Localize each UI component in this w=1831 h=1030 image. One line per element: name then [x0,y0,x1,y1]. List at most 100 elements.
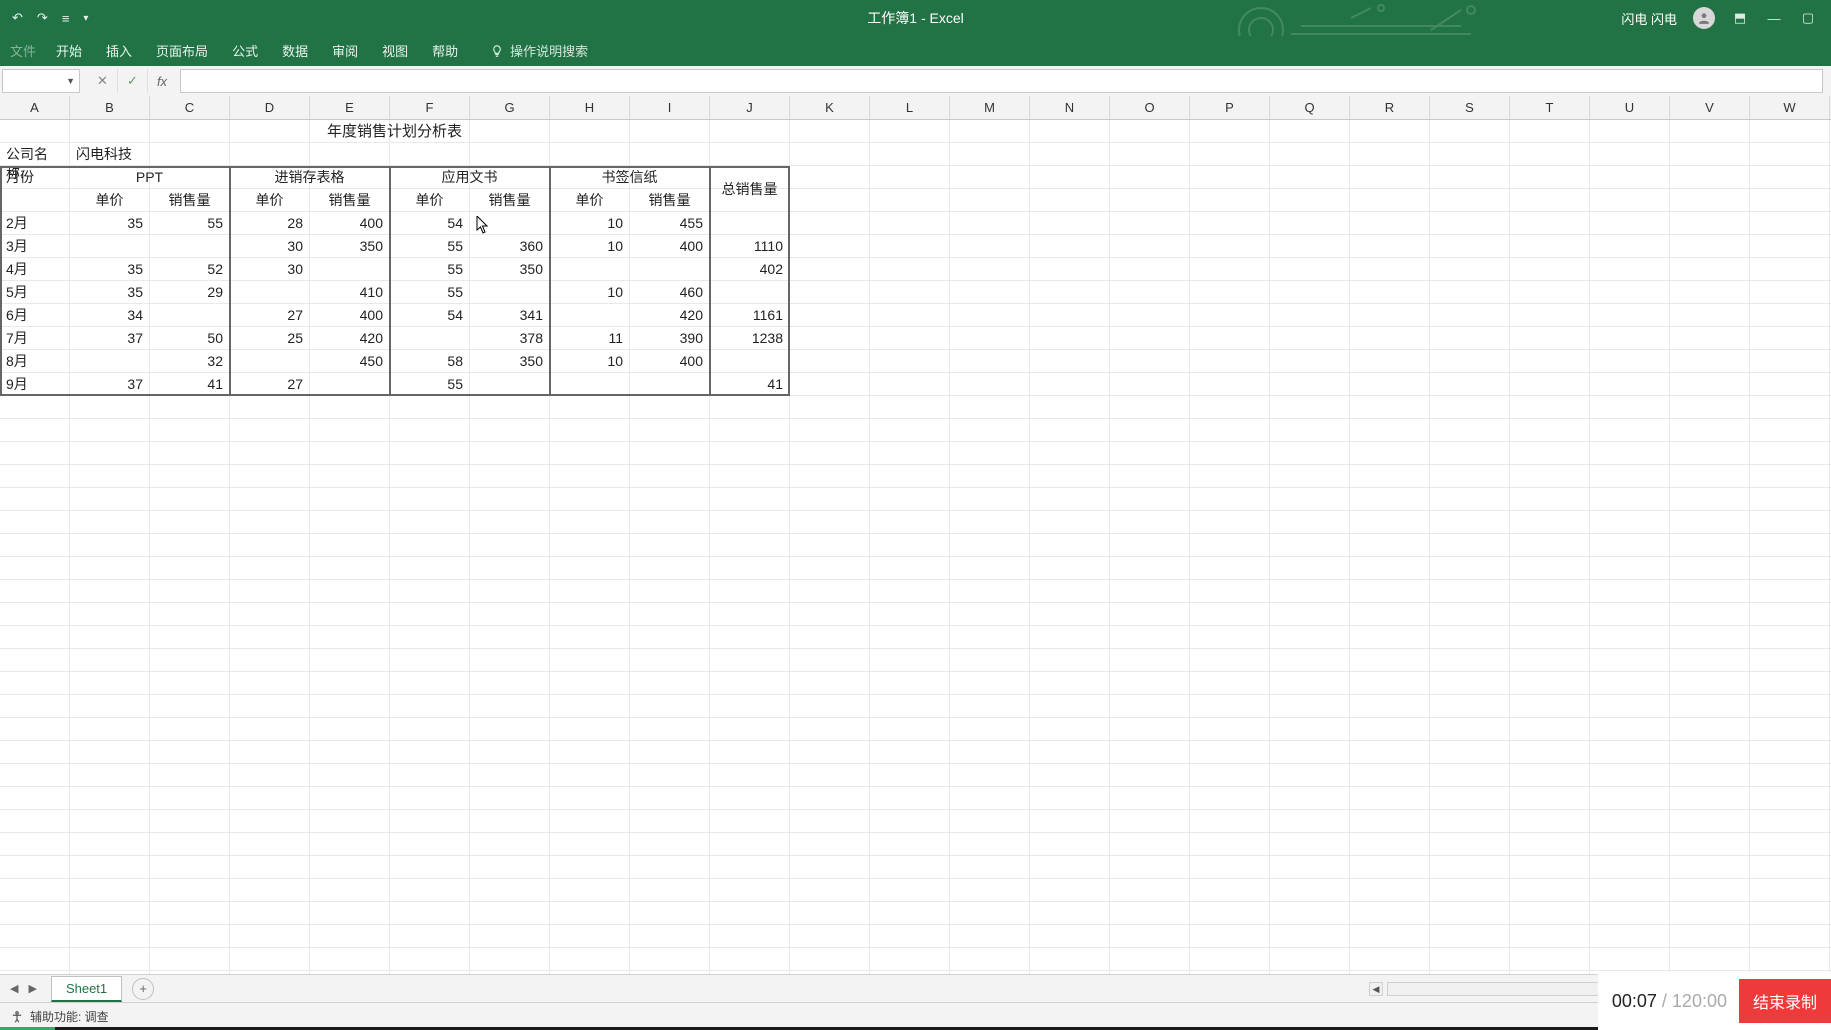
column-header-A[interactable]: A [0,96,70,119]
sub-price-0[interactable]: 单价 [70,189,150,212]
sheet-nav-next-icon[interactable]: ▶ [28,982,46,995]
company-label[interactable]: 公司名称: [0,143,70,166]
tab-insert[interactable]: 插入 [94,35,144,66]
month-cell[interactable]: 6月 [0,304,70,327]
data-cell[interactable]: 350 [310,235,390,258]
data-cell[interactable]: 1110 [710,235,790,258]
data-cell[interactable]: 460 [630,281,710,304]
spreadsheet-grid[interactable]: ABCDEFGHIJKLMNOPQRSTUVW 年度销售计划分析表公司名称:闪电… [0,96,1831,974]
add-sheet-button[interactable]: + [132,978,154,1000]
data-cell[interactable] [70,350,150,373]
column-header-Q[interactable]: Q [1270,96,1350,119]
data-cell[interactable]: 55 [390,235,470,258]
formula-confirm-button[interactable]: ✓ [118,69,148,93]
column-header-U[interactable]: U [1590,96,1670,119]
data-cell[interactable] [310,258,390,281]
column-header-K[interactable]: K [790,96,870,119]
data-cell[interactable]: 30 [230,235,310,258]
tab-help[interactable]: 帮助 [420,35,470,66]
data-cell[interactable]: 58 [390,350,470,373]
month-cell[interactable]: 4月 [0,258,70,281]
data-cell[interactable] [310,373,390,396]
data-cell[interactable]: 55 [390,373,470,396]
sheet-nav-prev-icon[interactable]: ◀ [0,982,28,995]
data-cell[interactable] [710,350,790,373]
data-cell[interactable] [230,281,310,304]
data-cell[interactable]: 29 [150,281,230,304]
data-cell[interactable]: 30 [230,258,310,281]
data-cell[interactable]: 1238 [710,327,790,350]
company-name[interactable]: 闪电科技 [70,143,150,166]
data-cell[interactable]: 25 [230,327,310,350]
column-header-W[interactable]: W [1750,96,1830,119]
column-header-D[interactable]: D [230,96,310,119]
data-cell[interactable]: 37 [70,327,150,350]
stop-recording-button[interactable]: 结束录制 [1739,979,1831,1023]
data-cell[interactable]: 402 [710,258,790,281]
qat-dropdown-icon[interactable]: ▾ [83,13,88,24]
minimize-button[interactable]: — [1765,11,1783,26]
data-cell[interactable]: 54 [390,304,470,327]
group-inventory[interactable]: 进销存表格 [230,166,390,189]
fx-icon[interactable]: fx [148,74,176,89]
sub-qty-0[interactable]: 销售量 [150,189,230,212]
month-cell[interactable]: 5月 [0,281,70,304]
formula-input[interactable] [180,69,1823,93]
column-header-I[interactable]: I [630,96,710,119]
data-cell[interactable] [230,350,310,373]
data-cell[interactable]: 32 [150,350,230,373]
data-cell[interactable]: 35 [70,281,150,304]
column-header-N[interactable]: N [1030,96,1110,119]
column-header-T[interactable]: T [1510,96,1590,119]
data-cell[interactable]: 10 [550,281,630,304]
column-header-B[interactable]: B [70,96,150,119]
column-header-C[interactable]: C [150,96,230,119]
column-header-H[interactable]: H [550,96,630,119]
scroll-left-icon[interactable]: ◀ [1369,982,1383,996]
column-header-L[interactable]: L [870,96,950,119]
tab-view[interactable]: 视图 [370,35,420,66]
data-cell[interactable]: 10 [550,212,630,235]
data-cell[interactable]: 400 [310,304,390,327]
tab-page-layout[interactable]: 页面布局 [144,35,220,66]
sub-price-3[interactable]: 单价 [550,189,630,212]
tab-review[interactable]: 审阅 [320,35,370,66]
month-header[interactable]: 月份 [0,166,70,189]
accessibility-status[interactable]: 辅助功能: 调查 [30,1008,109,1025]
undo-button[interactable]: ↶ [12,10,23,26]
group-ppt[interactable]: PPT [70,166,230,189]
data-cell[interactable]: 360 [470,235,550,258]
sub-qty-2[interactable]: 销售量 [470,189,550,212]
name-box[interactable]: ▼ [2,69,80,93]
total-sales-header[interactable]: 总销售量 [710,166,790,212]
column-header-V[interactable]: V [1670,96,1750,119]
ribbon-display-button[interactable]: ⬒ [1731,10,1749,26]
data-cell[interactable] [470,373,550,396]
data-cell[interactable]: 455 [630,212,710,235]
data-cell[interactable]: 41 [150,373,230,396]
data-cell[interactable]: 37 [70,373,150,396]
data-cell[interactable] [70,235,150,258]
qat-customize-icon[interactable]: ≡ [62,11,70,26]
data-cell[interactable] [150,304,230,327]
sub-price-1[interactable]: 单价 [230,189,310,212]
column-header-J[interactable]: J [710,96,790,119]
column-header-M[interactable]: M [950,96,1030,119]
data-cell[interactable]: 28 [230,212,310,235]
data-cell[interactable]: 50 [150,327,230,350]
data-cell[interactable]: 400 [630,235,710,258]
data-cell[interactable] [550,258,630,281]
group-app-doc[interactable]: 应用文书 [390,166,550,189]
data-cell[interactable]: 27 [230,304,310,327]
data-cell[interactable]: 55 [390,258,470,281]
data-cell[interactable]: 55 [150,212,230,235]
restore-button[interactable]: ▢ [1799,10,1817,26]
data-cell[interactable] [710,212,790,235]
data-cell[interactable]: 390 [630,327,710,350]
column-header-O[interactable]: O [1110,96,1190,119]
sheet-title[interactable]: 年度销售计划分析表 [0,120,790,143]
month-cell[interactable]: 8月 [0,350,70,373]
data-cell[interactable] [470,212,550,235]
column-headers[interactable]: ABCDEFGHIJKLMNOPQRSTUVW [0,96,1831,120]
tell-me-search[interactable]: 操作说明搜索 [480,35,598,66]
